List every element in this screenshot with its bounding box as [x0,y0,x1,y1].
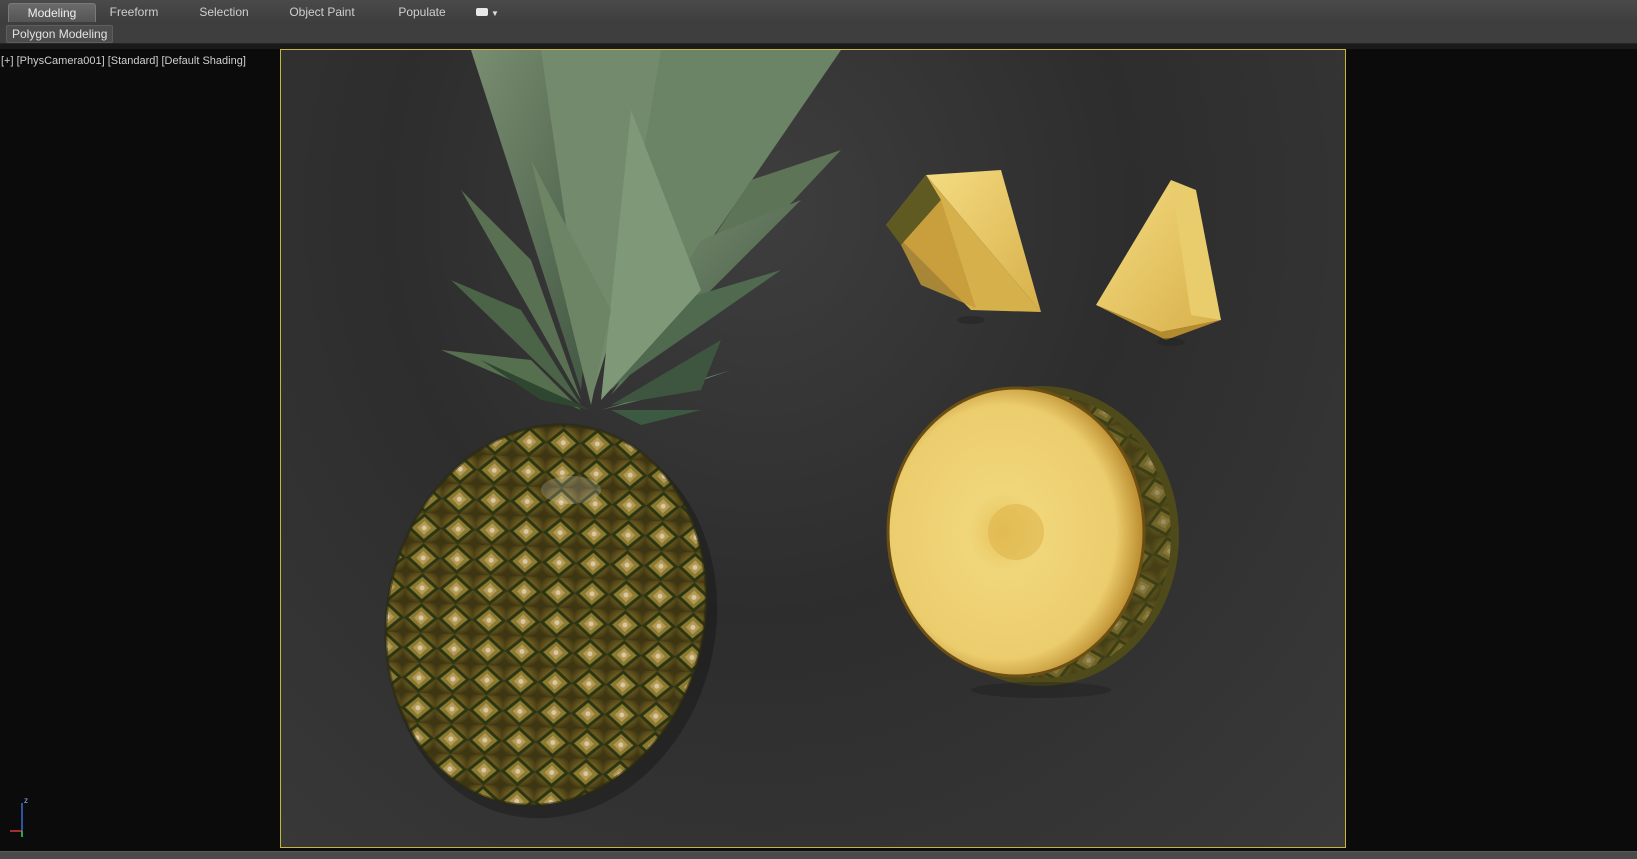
safe-frame [280,49,1346,848]
tab-freeform[interactable]: Freeform [100,3,168,21]
polygon-modeling-button[interactable]: Polygon Modeling [6,25,114,43]
ribbon-panel-bar: Polygon Modeling [0,24,1637,44]
pineapple-body [384,423,718,819]
pineapple-wedge-left [886,170,1041,324]
pineapple-slice [886,386,1179,698]
scene-render [384,50,1221,819]
tab-populate[interactable]: Populate [388,3,456,21]
tab-selection[interactable]: Selection [190,3,258,21]
perspective-viewport[interactable]: [+] [PhysCamera001] [Standard] [Default … [0,49,1637,851]
axis-z-label: z [24,796,28,805]
ribbon-tab-bar: Modeling Freeform Selection Object Paint… [0,0,1637,25]
pineapple-crown [441,50,841,425]
tab-object-paint[interactable]: Object Paint [284,3,360,21]
axis-gizmo-icon: z [10,796,28,837]
ribbon-options-icon[interactable]: ▼ [476,6,502,20]
tab-modeling[interactable]: Modeling [8,3,96,22]
viewport-label-menu[interactable]: [+] [PhysCamera001] [Standard] [Default … [1,55,246,67]
pineapple-wedge-right [1096,180,1221,346]
